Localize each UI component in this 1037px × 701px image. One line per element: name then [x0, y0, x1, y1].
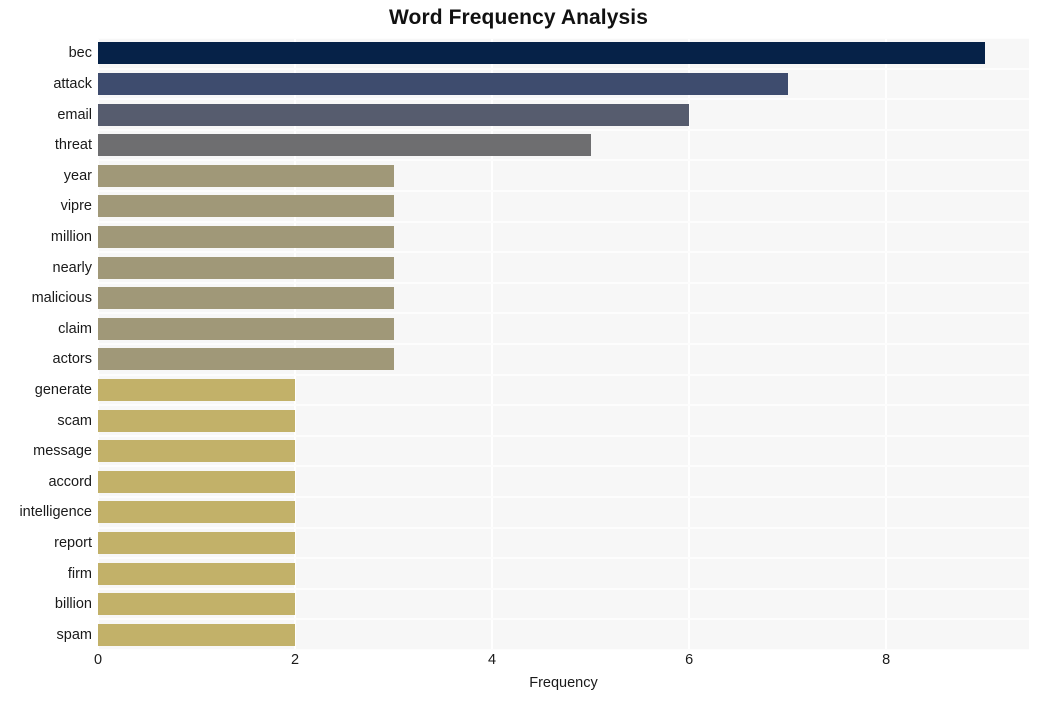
gridline-horizontal: [98, 281, 1029, 284]
y-axis-tick-labels: bec attack email threat year vipre million near…: [0, 38, 92, 650]
bar[interactable]: [98, 531, 296, 554]
x-axis-tick-labels: 0 2 4 6 8: [94, 652, 1029, 674]
bar[interactable]: [98, 623, 296, 646]
y-axis-tick-label: firm: [67, 565, 92, 582]
gridline-horizontal: [98, 496, 1029, 498]
y-axis-tick-label: accord: [48, 473, 92, 490]
bar[interactable]: [98, 593, 296, 616]
bar[interactable]: [98, 287, 394, 310]
gridline-horizontal: [98, 67, 1029, 70]
gridline-horizontal: [98, 618, 1029, 621]
y-axis-tick-label: email: [57, 106, 92, 123]
bar[interactable]: [98, 42, 985, 65]
bar[interactable]: [98, 103, 690, 126]
gridline-horizontal: [98, 251, 1029, 254]
bar[interactable]: [98, 501, 296, 524]
gridline-horizontal: [98, 649, 1029, 650]
x-axis-title: Frequency: [529, 675, 598, 691]
bar[interactable]: [98, 470, 296, 493]
bar[interactable]: [98, 409, 296, 432]
gridline-horizontal: [98, 434, 1029, 437]
x-axis-tick-label: 6: [685, 652, 694, 668]
y-axis-tick-label: report: [54, 534, 92, 551]
bar[interactable]: [98, 440, 296, 463]
bar[interactable]: [98, 134, 591, 157]
y-axis-tick-label: bec: [68, 45, 92, 62]
y-axis-tick-label: attack: [53, 75, 92, 92]
bar[interactable]: [98, 378, 296, 401]
gridline-horizontal: [98, 373, 1029, 376]
bar[interactable]: [98, 348, 394, 371]
bar[interactable]: [98, 72, 788, 95]
gridline-horizontal: [98, 159, 1029, 162]
gridline-horizontal: [98, 312, 1029, 315]
gridline-horizontal: [98, 587, 1029, 590]
y-axis-tick-label: billion: [54, 596, 92, 613]
y-axis-tick-label: generate: [34, 381, 92, 398]
plot-area: [98, 38, 1029, 650]
word-frequency-chart: Word Frequency Analysis bec attack email th…: [0, 0, 1037, 701]
bar[interactable]: [98, 225, 394, 248]
bar[interactable]: [98, 195, 394, 218]
gridline-horizontal: [98, 557, 1029, 560]
gridline-horizontal: [98, 190, 1029, 192]
y-axis-tick-label: claim: [58, 320, 92, 337]
y-axis-tick-label: malicious: [31, 290, 92, 307]
y-axis-tick-label: actors: [52, 351, 93, 368]
y-axis-tick-label: million: [50, 228, 92, 245]
gridline-horizontal: [98, 404, 1029, 407]
y-axis-tick-label: nearly: [52, 259, 93, 276]
gridline-horizontal: [98, 38, 1029, 39]
y-axis-tick-label: threat: [54, 137, 92, 154]
gridline-horizontal: [98, 526, 1029, 529]
bar[interactable]: [98, 562, 296, 585]
y-axis-tick-label: intelligence: [19, 504, 92, 521]
bar[interactable]: [98, 164, 394, 187]
y-axis-tick-label: spam: [56, 626, 92, 643]
x-axis-tick-label: 8: [882, 652, 891, 668]
gridline-horizontal: [98, 128, 1029, 131]
x-axis-tick-label: 0: [93, 652, 103, 668]
bar[interactable]: [98, 317, 394, 340]
y-axis-tick-label: vipre: [60, 198, 92, 215]
x-axis-tick-label: 4: [488, 652, 497, 668]
gridline-horizontal: [98, 465, 1029, 468]
gridline-horizontal: [98, 220, 1029, 223]
gridline-horizontal: [98, 343, 1029, 345]
chart-title: Word Frequency Analysis: [388, 6, 649, 29]
y-axis-tick-label: message: [33, 443, 92, 460]
gridline-horizontal: [98, 98, 1029, 101]
y-axis-tick-label: scam: [57, 412, 92, 429]
x-axis-tick-label: 2: [290, 652, 300, 668]
y-axis-tick-label: year: [63, 167, 92, 184]
bar[interactable]: [98, 256, 394, 279]
